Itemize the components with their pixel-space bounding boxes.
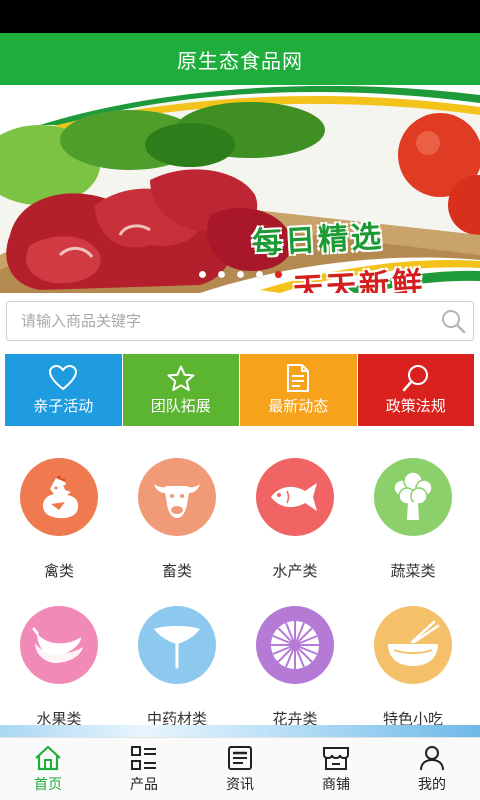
category-livestock[interactable]: 畜类 <box>118 440 236 588</box>
tab-shops[interactable]: 商铺 <box>288 738 384 800</box>
promo-strip <box>0 725 480 737</box>
quick-nav-label: 亲子活动 <box>33 397 94 415</box>
tab-label: 产品 <box>130 777 158 793</box>
tab-home[interactable]: 首页 <box>0 738 96 800</box>
category-poultry[interactable]: 禽类 <box>0 440 118 588</box>
quick-nav-label: 最新动态 <box>268 397 329 415</box>
carousel-indicator <box>0 271 480 278</box>
document-icon <box>286 364 310 392</box>
tab-label: 商铺 <box>322 777 350 793</box>
tab-label: 首页 <box>34 777 62 793</box>
quick-nav-team[interactable]: 团队拓展 <box>122 354 239 426</box>
search-input[interactable] <box>7 302 433 340</box>
tab-label: 资讯 <box>226 777 254 793</box>
category-label: 畜类 <box>161 562 192 580</box>
user-icon <box>418 744 446 772</box>
ginkgo-leaf-icon <box>138 606 216 684</box>
quick-nav-label: 团队拓展 <box>150 397 211 415</box>
quick-nav-policy[interactable]: 政策法规 <box>357 354 474 426</box>
carousel-dot[interactable] <box>236 271 244 278</box>
fish-icon <box>256 458 334 536</box>
category-label: 蔬菜类 <box>390 562 436 580</box>
app-header: 原生态食品网 <box>0 33 480 85</box>
home-icon <box>34 744 62 772</box>
quick-nav-news[interactable]: 最新动态 <box>240 354 357 426</box>
carousel-dot[interactable] <box>217 271 225 278</box>
flower-icon <box>256 606 334 684</box>
category-aquatic[interactable]: 水产类 <box>236 440 354 588</box>
noodle-bowl-icon <box>374 606 452 684</box>
shop-icon <box>322 744 350 772</box>
page-title: 原生态食品网 <box>177 48 303 73</box>
search-bar <box>6 301 474 341</box>
category-herbal[interactable]: 中药材类 <box>118 588 236 736</box>
tab-news[interactable]: 资讯 <box>192 738 288 800</box>
search-icon <box>402 364 430 392</box>
category-flower[interactable]: 花卉类 <box>236 588 354 736</box>
news-icon <box>226 744 254 772</box>
broccoli-icon <box>374 458 452 536</box>
banana-icon <box>20 606 98 684</box>
carousel-dot[interactable] <box>198 271 206 278</box>
carousel-dot[interactable] <box>255 271 263 278</box>
status-bar <box>0 0 480 33</box>
search-icon[interactable] <box>433 301 473 341</box>
category-grid: 禽类 畜类 水产类 蔬菜类 水果类 中药材类 花卉类 特色小吃 <box>0 440 480 736</box>
quick-nav-parent-child[interactable]: 亲子活动 <box>5 354 122 426</box>
promo-banner[interactable]: 每日精选 天天新鲜 <box>0 85 480 293</box>
cow-icon <box>138 458 216 536</box>
category-fruit[interactable]: 水果类 <box>0 588 118 736</box>
category-vegetable[interactable]: 蔬菜类 <box>354 440 472 588</box>
tab-products[interactable]: 产品 <box>96 738 192 800</box>
tab-label: 我的 <box>418 777 446 793</box>
heart-icon <box>49 364 78 392</box>
star-icon <box>167 364 195 392</box>
banner-slogan-line1: 每日精选 <box>251 219 386 262</box>
bottom-tab-bar: 首页 产品 资讯 商铺 我的 <box>0 737 480 800</box>
chicken-icon <box>20 458 98 536</box>
grid-list-icon <box>130 744 158 772</box>
quick-nav-label: 政策法规 <box>385 397 446 415</box>
category-label: 水产类 <box>272 562 318 580</box>
category-snack[interactable]: 特色小吃 <box>354 588 472 736</box>
carousel-dot-active[interactable] <box>274 271 282 278</box>
quick-nav: 亲子活动 团队拓展 最新动态 政策法规 <box>5 354 474 426</box>
category-label: 禽类 <box>43 562 74 580</box>
tab-profile[interactable]: 我的 <box>384 738 480 800</box>
